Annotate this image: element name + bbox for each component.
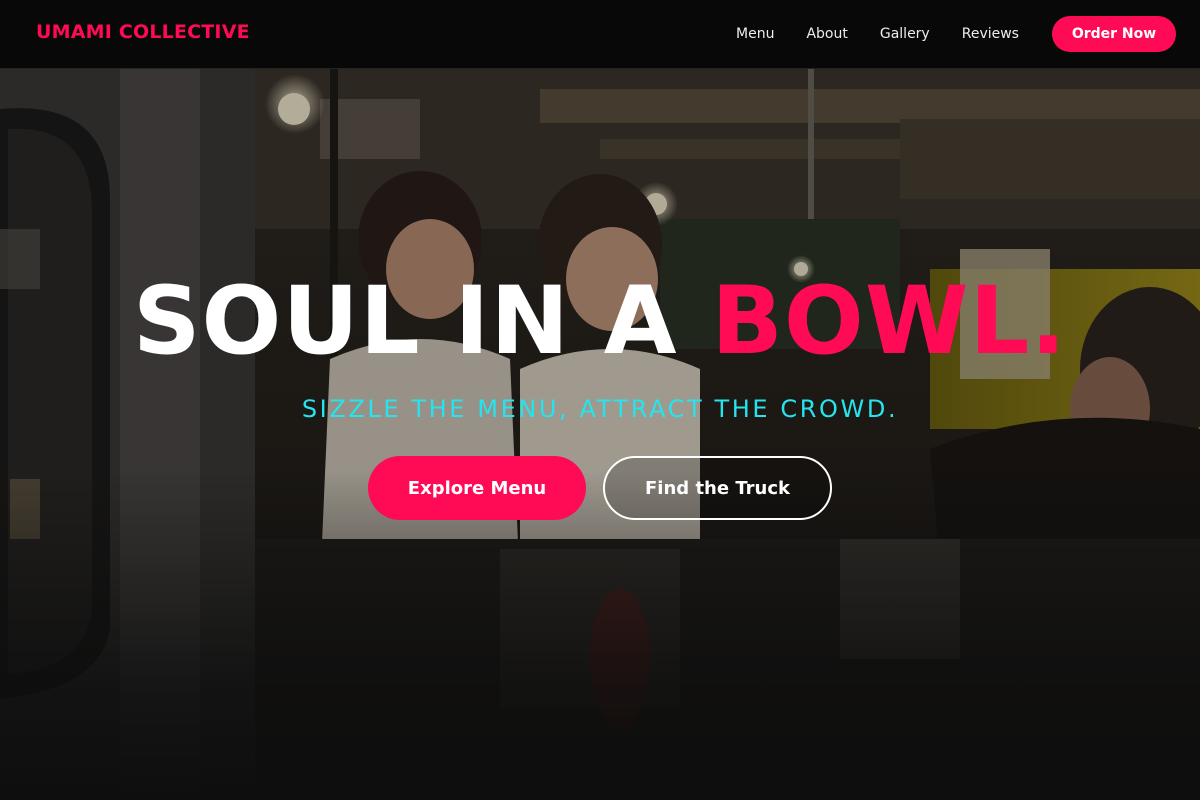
find-the-truck-button[interactable]: Find the Truck	[603, 456, 832, 520]
hero-headline-accent: BOWL.	[711, 267, 1068, 376]
hero-headline-main: SOUL IN A	[132, 267, 712, 376]
nav-links: Menu About Gallery Reviews	[720, 0, 1035, 68]
hero-section: SOUL IN A BOWL. SIZZLE THE MENU, ATTRACT…	[0, 69, 1200, 800]
hero-headline: SOUL IN A BOWL.	[0, 275, 1200, 369]
nav-link-menu[interactable]: Menu	[720, 26, 790, 42]
hero-tagline: SIZZLE THE MENU, ATTRACT THE CROWD.	[301, 395, 899, 423]
nav-link-reviews[interactable]: Reviews	[946, 26, 1035, 42]
nav-link-gallery[interactable]: Gallery	[864, 26, 946, 42]
landing-page: UMAMI COLLECTIVE Menu About Gallery Revi…	[0, 0, 1200, 800]
top-nav: UMAMI COLLECTIVE Menu About Gallery Revi…	[0, 0, 1200, 69]
hero-dark-overlay	[0, 69, 1200, 800]
order-now-button[interactable]: Order Now	[1052, 16, 1176, 52]
explore-menu-button[interactable]: Explore Menu	[368, 456, 586, 520]
brand-logo[interactable]: UMAMI COLLECTIVE	[36, 21, 250, 43]
nav-link-about[interactable]: About	[790, 26, 863, 42]
